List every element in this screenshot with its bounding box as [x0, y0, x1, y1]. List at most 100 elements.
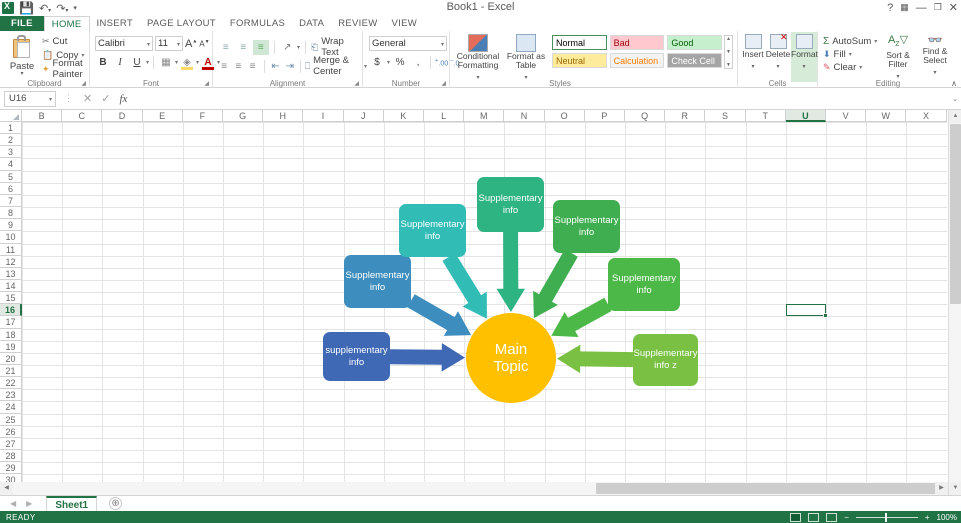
- column-header-H[interactable]: H: [263, 110, 303, 122]
- delete-cells-button[interactable]: ✕ Delete ▾: [765, 34, 791, 71]
- name-box-dropdown-icon[interactable]: ▾: [49, 96, 52, 103]
- scroll-down-icon[interactable]: ▼: [949, 482, 961, 495]
- fill-button[interactable]: ⬇ Fill ▾: [823, 48, 877, 61]
- column-header-X[interactable]: X: [906, 110, 946, 122]
- borders-icon[interactable]: ▦: [158, 55, 174, 70]
- currency-dropdown-icon[interactable]: ▾: [387, 59, 390, 66]
- row-header-25[interactable]: 25: [0, 414, 22, 426]
- column-header-T[interactable]: T: [746, 110, 786, 122]
- decrease-indent-icon[interactable]: ⇤: [269, 59, 281, 74]
- close-icon[interactable]: ✕: [949, 1, 958, 14]
- selected-cell[interactable]: [786, 304, 826, 316]
- zoom-in-button[interactable]: +: [925, 513, 930, 522]
- row-header-17[interactable]: 17: [0, 316, 22, 328]
- cancel-formula-icon[interactable]: ✕: [83, 92, 92, 105]
- column-header-R[interactable]: R: [665, 110, 705, 122]
- vertical-scrollbar[interactable]: ▲ ▼: [948, 110, 961, 495]
- row-header-4[interactable]: 4: [0, 158, 22, 170]
- row-header-14[interactable]: 14: [0, 280, 22, 292]
- ribbon-tab-page-layout[interactable]: PAGE LAYOUT: [140, 16, 223, 31]
- fill-dropdown-icon[interactable]: ▾: [849, 51, 852, 58]
- row-header-18[interactable]: 18: [0, 329, 22, 341]
- ribbon-tab-file[interactable]: FILE: [0, 16, 44, 31]
- paste-button[interactable]: Paste ▾: [5, 34, 39, 77]
- page-break-preview-icon[interactable]: [826, 513, 837, 522]
- formula-input[interactable]: [135, 91, 945, 107]
- delete-dropdown-icon[interactable]: ▾: [776, 64, 779, 70]
- autosum-dropdown-icon[interactable]: ▾: [874, 38, 877, 45]
- diagram-node-n2[interactable]: Supplementary info: [344, 255, 411, 308]
- row-header-27[interactable]: 27: [0, 438, 22, 450]
- row-header-8[interactable]: 8: [0, 207, 22, 219]
- zoom-out-button[interactable]: −: [844, 513, 849, 522]
- scroll-left-icon[interactable]: ◀: [0, 482, 13, 495]
- styles-scroll-up-icon[interactable]: ▲: [726, 36, 731, 42]
- diagram-node-n1[interactable]: supplementary info: [323, 332, 390, 381]
- column-header-L[interactable]: L: [424, 110, 464, 122]
- cell-area[interactable]: supplementary info Supplementary info Supp…: [22, 122, 947, 495]
- diagram-node-n6[interactable]: Supplementary info: [608, 258, 680, 311]
- row-header-13[interactable]: 13: [0, 268, 22, 280]
- comma-icon[interactable]: ,: [410, 55, 426, 70]
- row-header-24[interactable]: 24: [0, 401, 22, 413]
- row-header-1[interactable]: 1: [0, 122, 22, 134]
- row-header-21[interactable]: 21: [0, 365, 22, 377]
- cut-button[interactable]: ✂ Cut: [42, 35, 89, 48]
- row-header-23[interactable]: 23: [0, 389, 22, 401]
- column-header-V[interactable]: V: [826, 110, 866, 122]
- column-header-C[interactable]: C: [62, 110, 102, 122]
- scroll-right-icon[interactable]: ▶: [935, 482, 948, 495]
- cell-style-normal[interactable]: Normal: [552, 35, 607, 50]
- underline-dropdown-icon[interactable]: ▾: [146, 59, 149, 66]
- row-header-20[interactable]: 20: [0, 353, 22, 365]
- font-dialog-launcher-icon[interactable]: ◢: [204, 80, 209, 87]
- horizontal-scrollbar[interactable]: ◀ ▶: [0, 482, 948, 495]
- fill-color-dropdown-icon[interactable]: ▾: [196, 59, 199, 66]
- clear-dropdown-icon[interactable]: ▾: [859, 64, 862, 71]
- cell-style-bad[interactable]: Bad: [610, 35, 665, 50]
- align-top-icon[interactable]: ≡: [218, 40, 234, 55]
- column-header-N[interactable]: N: [504, 110, 544, 122]
- font-name-input[interactable]: Calibri▾: [95, 36, 153, 51]
- clipboard-dialog-launcher-icon[interactable]: ◢: [81, 80, 86, 87]
- row-header-29[interactable]: 29: [0, 462, 22, 474]
- italic-button[interactable]: I: [112, 55, 128, 70]
- name-box[interactable]: U16 ▾: [4, 91, 56, 107]
- select-all-button[interactable]: [0, 110, 22, 122]
- orientation-icon[interactable]: ↗: [280, 40, 296, 55]
- ribbon-tab-insert[interactable]: INSERT: [90, 16, 140, 31]
- prev-sheet-icon[interactable]: ◀: [10, 499, 16, 508]
- restore-icon[interactable]: ❐: [934, 2, 942, 13]
- clear-button[interactable]: ✎ Clear ▾: [823, 61, 877, 74]
- column-header-S[interactable]: S: [705, 110, 745, 122]
- page-layout-view-icon[interactable]: [808, 513, 819, 522]
- row-header-2[interactable]: 2: [0, 134, 22, 146]
- find-select-button[interactable]: 👓 Find & Select ▾: [917, 34, 953, 77]
- grow-font-icon[interactable]: A▲: [185, 38, 197, 50]
- row-header-9[interactable]: 9: [0, 219, 22, 231]
- align-middle-icon[interactable]: ≡: [236, 40, 252, 55]
- zoom-slider[interactable]: [856, 513, 918, 522]
- paste-dropdown-icon[interactable]: ▾: [5, 72, 39, 77]
- normal-view-icon[interactable]: [790, 513, 801, 522]
- percent-icon[interactable]: %: [392, 55, 408, 70]
- align-bottom-icon[interactable]: ≡: [253, 40, 269, 55]
- column-header-F[interactable]: F: [183, 110, 223, 122]
- column-header-K[interactable]: K: [384, 110, 424, 122]
- sheet-tab-sheet1[interactable]: Sheet1: [46, 496, 97, 511]
- shrink-font-icon[interactable]: A▼: [199, 39, 209, 49]
- row-header-15[interactable]: 15: [0, 292, 22, 304]
- enter-formula-icon[interactable]: ✓: [101, 92, 110, 105]
- row-header-3[interactable]: 3: [0, 146, 22, 158]
- cell-style-good[interactable]: Good: [667, 35, 722, 50]
- column-header-O[interactable]: O: [545, 110, 585, 122]
- insert-dropdown-icon[interactable]: ▾: [751, 64, 754, 70]
- ribbon-display-options-icon[interactable]: ▦: [900, 2, 909, 13]
- fill-color-icon[interactable]: ◈: [179, 55, 195, 70]
- row-header-12[interactable]: 12: [0, 256, 22, 268]
- conditional-formatting-dropdown-icon[interactable]: ▾: [476, 75, 479, 81]
- collapse-ribbon-icon[interactable]: ∧: [951, 79, 957, 88]
- styles-more-icon[interactable]: ▼: [726, 62, 731, 68]
- column-header-M[interactable]: M: [464, 110, 504, 122]
- format-as-table-button[interactable]: Format as Table ▾: [504, 34, 548, 82]
